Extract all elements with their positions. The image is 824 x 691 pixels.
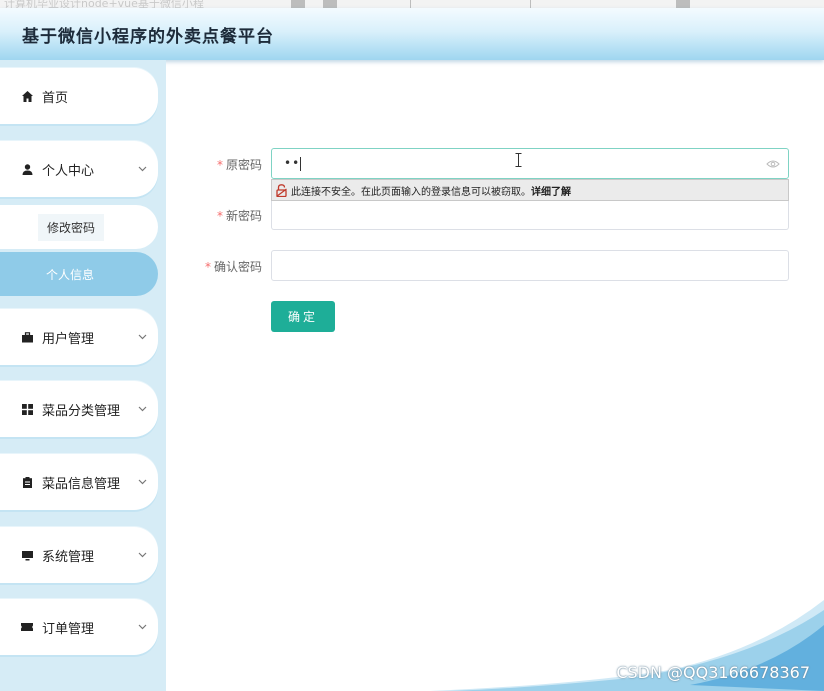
sidebar-item-user-management[interactable]: 用户管理: [0, 309, 158, 365]
strip-marker: [291, 0, 305, 8]
sidebar-item-personal-center[interactable]: 个人中心: [0, 141, 158, 197]
app-header: 基于微信小程序的外卖点餐平台: [0, 8, 824, 60]
sidebar-subitem-personal-info[interactable]: 个人信息: [0, 252, 158, 296]
strip-marker: [676, 0, 690, 8]
chevron-down-icon: [137, 477, 147, 487]
chevron-down-icon: [137, 404, 147, 414]
grid-icon: [21, 403, 33, 415]
home-icon: [21, 90, 33, 102]
sidebar-subitem-change-password[interactable]: 修改密码: [0, 205, 158, 249]
sidebar-item-home[interactable]: 首页: [0, 68, 158, 124]
chevron-down-icon: [137, 164, 147, 174]
sidebar-subitem-label: 修改密码: [38, 213, 105, 241]
insecure-connection-warning: 此连接不安全。在此页面输入的登录信息可以被窃取。详细了解: [271, 179, 789, 201]
confirm-password-field[interactable]: [271, 250, 789, 281]
sidebar-item-label: 首页: [42, 90, 69, 106]
ibeam-cursor-icon: [515, 153, 522, 167]
watermark: CSDN @QQ3166678367: [616, 663, 810, 682]
clipboard-icon: [21, 476, 33, 488]
sidebar-item-label: 菜品分类管理: [42, 403, 121, 419]
sidebar-item-dish-category[interactable]: 菜品分类管理: [0, 381, 158, 437]
broken-lock-icon: [276, 183, 287, 197]
ticket-icon: [21, 621, 33, 633]
old-password-value: ••: [284, 156, 301, 170]
text-caret: [300, 157, 301, 171]
user-icon: [21, 163, 33, 175]
briefcase-icon: [21, 331, 33, 343]
sidebar-subitem-label: 个人信息: [46, 267, 95, 282]
confirm-button[interactable]: 确定: [271, 301, 335, 332]
warning-text: 此连接不安全。在此页面输入的登录信息可以被窃取。详细了解: [291, 186, 571, 198]
sidebar-item-orders[interactable]: 订单管理: [0, 599, 158, 655]
new-password-label: * 新密码: [216, 209, 262, 223]
sidebar-item-label: 系统管理: [42, 549, 95, 565]
eye-icon[interactable]: [766, 158, 780, 168]
sidebar: 首页 个人中心 修改密码 个人信息 用户管理 菜品分类管理 菜品信息管理 系统管…: [0, 60, 166, 691]
strip-divider: [410, 0, 411, 8]
app-title: 基于微信小程序的外卖点餐平台: [22, 27, 274, 47]
chevron-down-icon: [137, 550, 147, 560]
sidebar-item-dish-info[interactable]: 菜品信息管理: [0, 454, 158, 510]
old-password-field[interactable]: ••: [271, 148, 789, 179]
chevron-down-icon: [137, 332, 147, 342]
strip-divider: [530, 0, 531, 8]
sidebar-item-label: 个人中心: [42, 163, 95, 179]
sidebar-item-label: 用户管理: [42, 331, 95, 347]
new-password-field[interactable]: [271, 201, 789, 230]
strip-marker: [323, 0, 337, 8]
chevron-down-icon: [137, 622, 147, 632]
confirm-password-label: * 确认密码: [204, 260, 262, 274]
sidebar-item-label: 订单管理: [42, 621, 95, 637]
old-password-label: * 原密码: [216, 158, 262, 172]
monitor-icon: [21, 549, 33, 561]
sidebar-item-label: 菜品信息管理: [42, 476, 121, 492]
learn-more-link[interactable]: 详细了解: [531, 187, 571, 198]
sidebar-item-system[interactable]: 系统管理: [0, 527, 158, 583]
